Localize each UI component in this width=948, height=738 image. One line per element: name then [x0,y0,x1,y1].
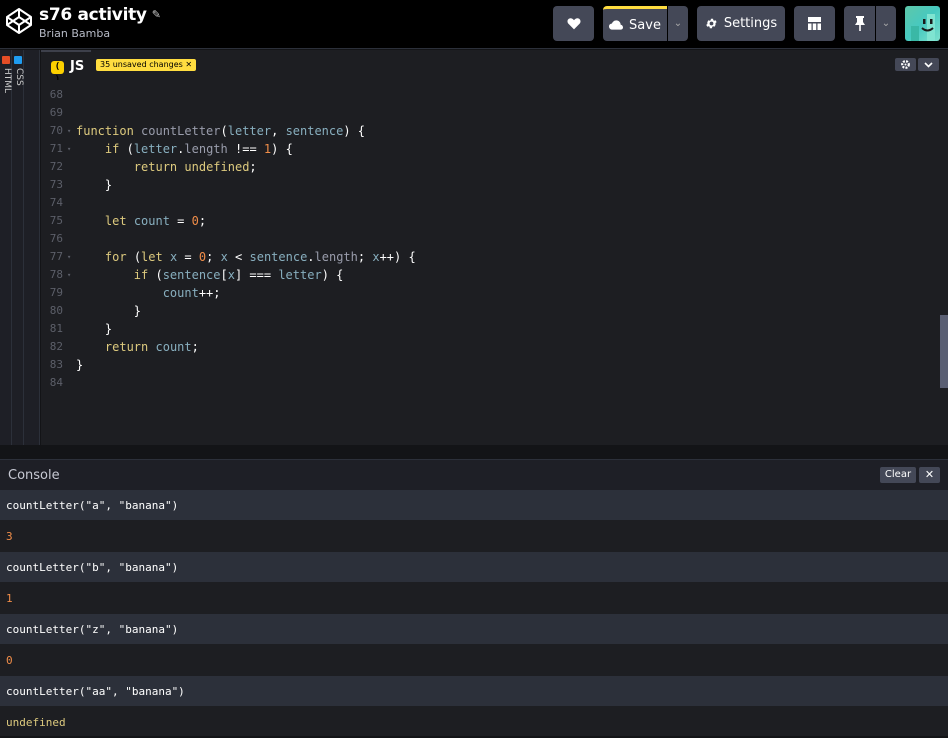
code-line: 72 return undefined; [49,160,257,174]
js-code-editor[interactable]: 68 69 70 ▾ function countLetter(letter, se… [41,80,948,445]
pen-title[interactable]: s76 activity ✎ [39,5,161,25]
js-collapse-button[interactable] [918,58,939,71]
js-settings-button[interactable] [895,58,916,71]
js-icon: ( ) [51,61,64,85]
css-icon [14,56,22,64]
console-output-row: undefined [0,707,948,736]
heart-icon [566,18,581,30]
html-panel-collapsed[interactable]: HTML [0,50,12,445]
cloud-icon [609,20,624,30]
console-clear-button[interactable]: Clear [880,467,916,483]
tab-js[interactable]: ( ) JS [41,50,91,85]
editor-scrollbar[interactable] [940,315,948,388]
code-line: 84 [49,376,63,389]
console-input-row: countLetter("z", "banana") [0,614,948,645]
console-input-row: countLetter("b", "banana") [0,552,948,583]
code-line: 78 ▾ if (sentence[x] === letter) { [49,266,344,284]
code-line: 74 [49,196,63,209]
settings-label: Settings [723,16,778,31]
pin-dropdown-button[interactable]: ⌄ [876,6,896,41]
html-panel-label: HTML [2,68,12,94]
panel-divider[interactable] [0,445,948,459]
fold-arrow-icon[interactable]: ▾ [67,248,71,266]
fold-arrow-icon[interactable]: ▾ [67,122,71,140]
console-output-row: 1 [0,583,948,614]
js-tab-label: JS [70,59,85,74]
like-button[interactable] [553,6,594,41]
author-name[interactable]: Brian Bamba [39,27,110,40]
chevron-down-icon: ⌄ [881,18,891,29]
console-title: Console [8,468,60,483]
fold-arrow-icon[interactable]: ▾ [67,266,71,284]
code-line: 75 let count = 0; [49,214,207,228]
console-close-button[interactable]: ✕ [919,467,940,483]
user-avatar[interactable] [905,6,940,41]
code-line: 69 [49,106,63,119]
layout-grid-icon [808,17,821,30]
fold-arrow-icon[interactable]: ▾ [67,140,71,158]
gear-icon [706,18,717,29]
html-icon [2,56,10,64]
console-output-row: 3 [0,521,948,552]
unsaved-changes-badge[interactable]: 35 unsaved changes ✕ [96,59,197,71]
code-line: 79 count++; [49,286,221,300]
css-panel-label: CSS [14,68,24,86]
console-input-row: countLetter("aa", "banana") [0,676,948,707]
chevron-down-icon: ⌄ [673,18,683,29]
settings-button[interactable]: Settings [697,6,785,41]
console-header: Console Clear ✕ [0,459,948,490]
code-line: 73 } [49,178,113,192]
code-line: 77 ▾ for (let x = 0; x < sentence.length;… [49,248,416,266]
code-line: 71 ▾ if (letter.length !== 1) { [49,140,293,158]
code-line: 80 } [49,304,142,318]
css-panel-collapsed[interactable]: CSS [12,50,24,445]
code-line: 82 return count; [49,340,199,354]
code-line: 76 [49,232,63,245]
code-line: 68 [49,88,63,101]
save-button[interactable]: Save [603,6,667,41]
js-panel-resize-handle[interactable] [24,50,40,445]
console-output-row: 0 [0,645,948,676]
save-dropdown-button[interactable]: ⌄ [668,6,688,41]
save-label: Save [629,17,661,33]
code-line: 81 } [49,322,113,336]
console-input-row: countLetter("a", "banana") [0,490,948,521]
code-line: 83} [49,358,84,372]
js-editor-header: ( ) JS 35 unsaved changes ✕ [41,50,948,85]
pencil-icon[interactable]: ✎ [152,8,161,21]
pin-button[interactable] [844,6,875,41]
code-line: 70 ▾ function countLetter(letter, sentence… [49,122,366,140]
change-view-button[interactable] [794,6,835,41]
pin-icon [854,16,865,31]
gear-icon [901,60,910,69]
top-header: s76 activity ✎ Brian Bamba Save ⌄ Setting… [0,0,948,49]
chevron-down-icon [924,62,933,68]
codepen-logo-icon[interactable] [5,7,33,35]
avatar-face-icon [911,14,935,41]
